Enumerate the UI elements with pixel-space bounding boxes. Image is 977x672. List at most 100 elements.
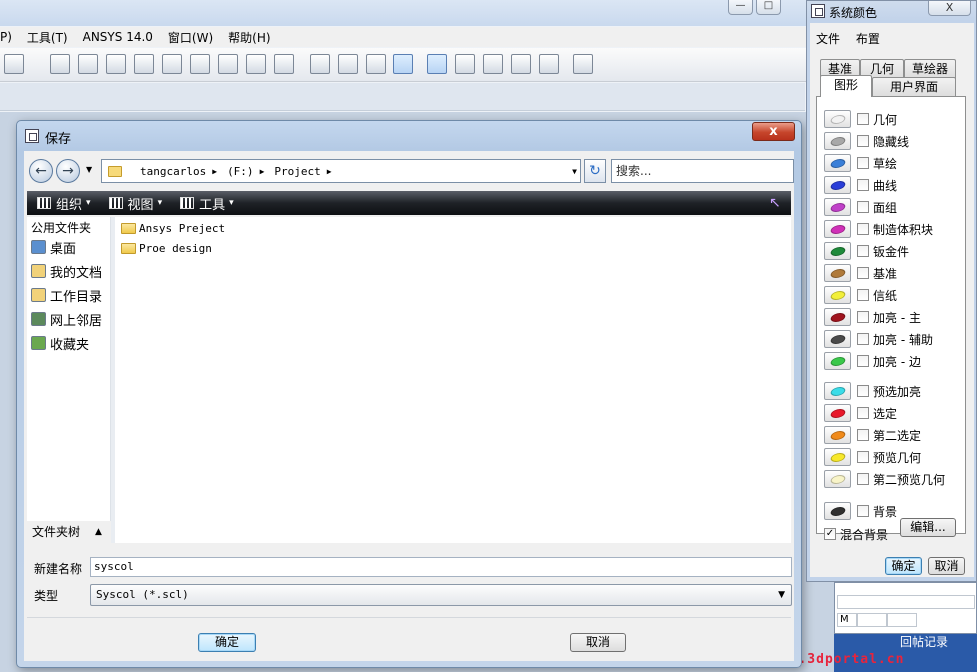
color-item-checkbox[interactable]	[857, 407, 869, 419]
color-swatch-button[interactable]	[824, 448, 851, 466]
menu-layout[interactable]: 布置	[856, 32, 880, 46]
menu-tools[interactable]: 工具(T)	[27, 29, 68, 46]
edit-button[interactable]: 编辑...	[900, 518, 956, 537]
datum-plane-icon[interactable]	[427, 54, 447, 74]
maximize-button[interactable]: □	[756, 0, 781, 15]
menu-ansys[interactable]: ANSYS 14.0	[83, 30, 153, 44]
sidebar-item-desktop[interactable]: 桌面	[31, 237, 76, 257]
chevron-right-icon[interactable]: ▶	[212, 167, 217, 176]
ok-button[interactable]: 确定	[885, 557, 922, 575]
ok-button[interactable]: 确定	[198, 633, 256, 652]
color-item-checkbox[interactable]	[857, 289, 869, 301]
color-swatch-button[interactable]	[824, 176, 851, 194]
breadcrumb-segment[interactable]: Project	[274, 165, 320, 178]
refresh-icon[interactable]: ↻	[584, 159, 606, 183]
tools-button[interactable]: 工具 ▾	[180, 194, 234, 213]
datum-axis-icon[interactable]	[455, 54, 475, 74]
chevron-right-icon[interactable]: ▶	[327, 167, 332, 176]
folder-tree-toggle[interactable]: 文件夹树 ▲	[27, 521, 111, 543]
wireframe-icon[interactable]	[310, 54, 330, 74]
breadcrumb-segment[interactable]: (F:)	[227, 165, 254, 178]
close-button[interactable]: X	[928, 1, 971, 16]
tab-sketcher[interactable]: 草绘器	[904, 59, 956, 79]
menu-help[interactable]: 帮助(H)	[228, 29, 270, 46]
menu-window[interactable]: 窗口(W)	[168, 29, 213, 46]
color-item-checkbox[interactable]	[857, 473, 869, 485]
sidebar-item-my-documents[interactable]: 我的文档	[31, 261, 102, 281]
menu-file[interactable]: 文件	[816, 32, 840, 46]
repaint-icon[interactable]	[106, 54, 126, 74]
color-swatch-button[interactable]	[824, 198, 851, 216]
sidebar-item-favorites[interactable]: 收藏夹	[31, 333, 89, 353]
color-item-checkbox[interactable]	[857, 135, 869, 147]
cancel-button[interactable]: 取消	[570, 633, 626, 652]
color-item-checkbox[interactable]	[857, 451, 869, 463]
color-item-checkbox[interactable]	[857, 267, 869, 279]
hidden-line-icon[interactable]	[338, 54, 358, 74]
sidebar-item-network[interactable]: 网上邻居	[31, 309, 102, 329]
color-item-checkbox[interactable]	[857, 311, 869, 323]
minimize-button[interactable]: —	[728, 0, 753, 15]
orient-icon[interactable]	[218, 54, 238, 74]
color-item-checkbox[interactable]	[857, 113, 869, 125]
regenerate-icon[interactable]	[50, 54, 70, 74]
color-swatch-button[interactable]	[824, 426, 851, 444]
annotation-icon[interactable]	[539, 54, 559, 74]
color-item-checkbox[interactable]	[857, 355, 869, 367]
color-swatch-button[interactable]	[824, 502, 851, 520]
refit-icon[interactable]	[190, 54, 210, 74]
views-button[interactable]: 视图 ▾	[108, 194, 162, 213]
context-help-icon[interactable]	[573, 54, 593, 74]
chevron-right-icon[interactable]: ▶	[260, 167, 265, 176]
color-item-checkbox[interactable]	[857, 201, 869, 213]
color-item-checkbox[interactable]	[857, 223, 869, 235]
color-item-checkbox[interactable]	[857, 179, 869, 191]
color-item-checkbox[interactable]	[857, 333, 869, 345]
color-item-checkbox[interactable]	[857, 157, 869, 169]
back-arrow-icon[interactable]: ←	[29, 159, 53, 183]
color-swatch-button[interactable]	[824, 470, 851, 488]
color-swatch-button[interactable]	[824, 382, 851, 400]
datum-point-icon[interactable]	[483, 54, 503, 74]
scroll-track[interactable]	[837, 595, 975, 609]
coordinate-system-icon[interactable]	[511, 54, 531, 74]
tab-graphics[interactable]: 图形	[820, 75, 872, 97]
organize-button[interactable]: 组织 ▾	[37, 194, 91, 213]
cancel-button[interactable]: 取消	[928, 557, 965, 575]
list-item[interactable]: Ansys Preject	[121, 219, 225, 237]
layers-icon[interactable]	[274, 54, 294, 74]
color-item-checkbox[interactable]	[857, 385, 869, 397]
color-swatch-button[interactable]	[824, 330, 851, 348]
zoom-in-icon[interactable]	[134, 54, 154, 74]
color-swatch-button[interactable]	[824, 404, 851, 422]
color-swatch-button[interactable]	[824, 220, 851, 238]
list-item[interactable]: Proe design	[121, 239, 212, 257]
color-item-checkbox[interactable]	[857, 505, 869, 517]
recent-pages-dropdown[interactable]: ▼	[86, 165, 92, 174]
color-swatch-button[interactable]	[824, 264, 851, 282]
sidebar-item-working-directory[interactable]: 工作目录	[31, 285, 102, 305]
select-box-icon[interactable]	[4, 54, 24, 74]
blend-background-checkbox[interactable]: ✓	[824, 528, 836, 540]
color-item-checkbox[interactable]	[857, 429, 869, 441]
pointer-icon[interactable]: ↖	[769, 195, 785, 211]
shading-icon[interactable]	[393, 54, 413, 74]
zoom-out-icon[interactable]	[162, 54, 182, 74]
address-bar[interactable]: tangcarlos ▶ (F:) ▶ Project ▶ ▼	[101, 159, 581, 183]
type-select[interactable]: Syscol (*.scl) ▼	[90, 584, 792, 606]
color-swatch-button[interactable]	[824, 110, 851, 128]
forward-arrow-icon[interactable]: →	[56, 159, 80, 183]
menu-item[interactable]: P)	[0, 30, 12, 44]
no-hidden-icon[interactable]	[366, 54, 386, 74]
chevron-down-icon[interactable]: ▼	[572, 167, 577, 176]
search-input[interactable]: 搜索...	[611, 159, 794, 183]
sketch-tool-icon[interactable]	[78, 54, 98, 74]
color-swatch-button[interactable]	[824, 308, 851, 326]
breadcrumb-segment[interactable]: tangcarlos	[140, 165, 206, 178]
color-swatch-button[interactable]	[824, 242, 851, 260]
saved-views-icon[interactable]	[246, 54, 266, 74]
tab-user-interface[interactable]: 用户界面	[872, 77, 956, 97]
color-swatch-button[interactable]	[824, 352, 851, 370]
new-name-input[interactable]: syscol	[90, 557, 792, 577]
color-swatch-button[interactable]	[824, 154, 851, 172]
